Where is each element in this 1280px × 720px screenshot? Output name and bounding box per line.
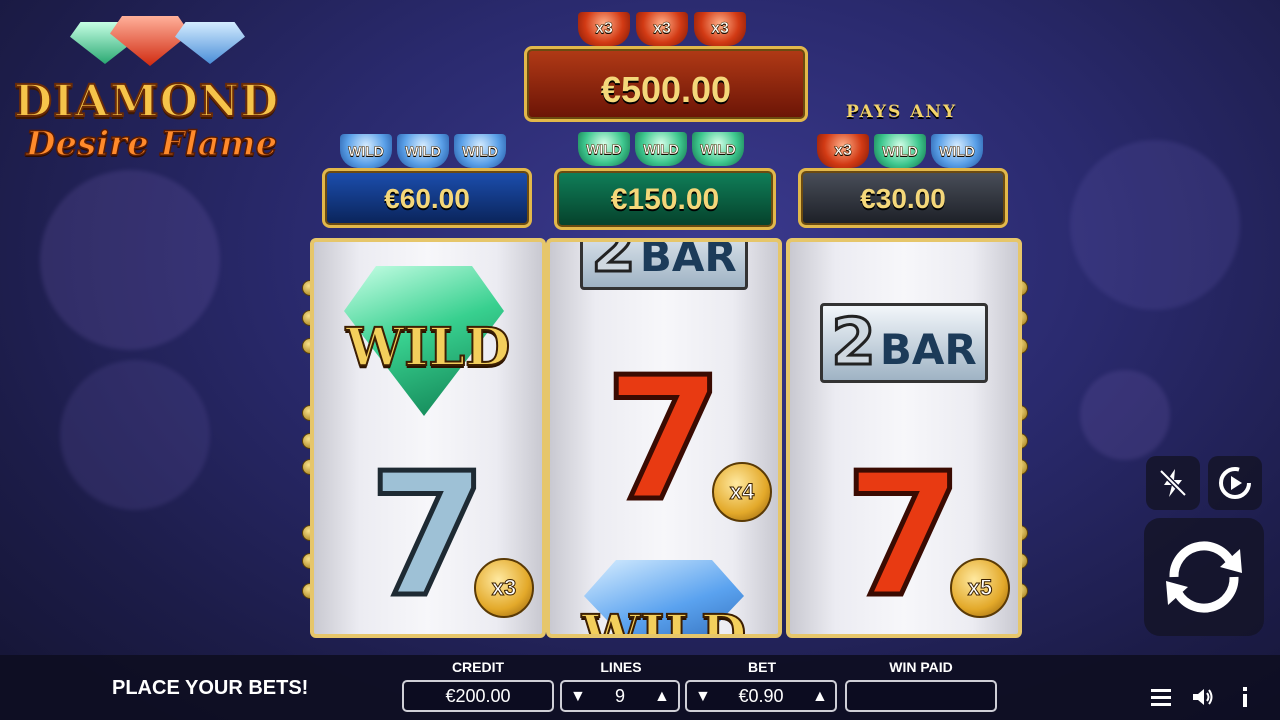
bet-increase-button[interactable]: ▲ xyxy=(812,688,828,706)
red-diamond-x3-icon: x3 xyxy=(694,12,746,46)
green-diamond-wild-icon: WILD xyxy=(692,132,744,166)
jackpot-any: €30.00 xyxy=(798,168,1008,228)
reel-1: WILD 7 x3 xyxy=(310,238,546,638)
green-diamond-wild-icon: WILD xyxy=(874,134,926,168)
bet-label: BET xyxy=(748,659,776,675)
sound-button[interactable] xyxy=(1190,684,1216,710)
menu-icon xyxy=(1151,689,1171,706)
bet-decrease-button[interactable]: ▼ xyxy=(695,688,711,706)
red-gem-icon xyxy=(110,16,190,66)
jackpot-green-amount: €150.00 xyxy=(610,183,720,216)
spin-button[interactable] xyxy=(1144,518,1264,636)
blue-diamond-wild-icon: WILD xyxy=(397,134,449,168)
reel-3: 2BAR 7 x5 xyxy=(786,238,1022,638)
reel-2: 2BAR 7 x4 WILD xyxy=(546,238,782,638)
winpaid-field xyxy=(845,680,997,712)
menu-button[interactable] xyxy=(1148,684,1174,710)
logo-subtitle: Desire Flame xyxy=(25,123,278,165)
info-button[interactable] xyxy=(1232,684,1258,710)
credit-label: CREDIT xyxy=(451,659,505,675)
jackpot-blue-amount: €60.00 xyxy=(384,183,470,214)
winpaid-label: WIN PAID xyxy=(889,659,953,675)
turbo-button[interactable] xyxy=(1146,456,1200,510)
jackpot-top: €500.00 xyxy=(524,46,808,122)
multiplier-x4-badge: x4 xyxy=(712,462,772,522)
lightning-off-icon xyxy=(1159,469,1187,497)
jackpot-green: €150.00 xyxy=(554,168,776,230)
status-message: PLACE YOUR BETS! xyxy=(112,677,309,699)
jackpot-any-amount: €30.00 xyxy=(860,183,946,214)
spin-icon xyxy=(1166,541,1242,613)
lines-label: LINES xyxy=(600,659,642,675)
background-bokeh xyxy=(60,360,210,510)
jackpot-top-icons: x3 x3 x3 xyxy=(578,12,746,46)
2bar-symbol: 2BAR xyxy=(790,303,1018,383)
lines-increase-button[interactable]: ▲ xyxy=(654,688,670,706)
info-icon xyxy=(1243,687,1247,707)
green-diamond-wild-icon: WILD xyxy=(578,132,630,166)
pays-any-heading: PAYS ANY xyxy=(846,102,958,122)
jackpot-blue: €60.00 xyxy=(322,168,532,228)
jackpot-any-icons: x3 WILD WILD xyxy=(817,134,983,168)
red-diamond-x3-icon: x3 xyxy=(817,134,869,168)
background-bokeh xyxy=(40,170,220,350)
sound-icon xyxy=(1193,689,1213,705)
credit-field: €200.00 xyxy=(402,680,554,712)
lines-value: 9 xyxy=(614,685,625,706)
partial-wild-label: WILD xyxy=(581,603,747,638)
jackpot-green-icons: WILD WILD WILD xyxy=(578,132,744,166)
jackpot-top-amount: €500.00 xyxy=(600,69,732,110)
background-bokeh xyxy=(1070,140,1240,310)
blue-diamond-wild-icon: WILD xyxy=(454,134,506,168)
blue-diamond-wild-icon: WILD xyxy=(340,134,392,168)
game-logo: DIAMOND Desire Flame xyxy=(10,16,295,165)
red-diamond-x3-icon: x3 xyxy=(636,12,688,46)
lines-decrease-button[interactable]: ▼ xyxy=(570,688,586,706)
jackpot-blue-icons: WILD WILD WILD xyxy=(340,134,506,168)
multiplier-x5-badge: x5 xyxy=(950,558,1010,618)
bet-value: €0.90 xyxy=(738,685,784,706)
autoplay-button[interactable] xyxy=(1208,456,1262,510)
logo-title: DIAMOND xyxy=(13,75,280,128)
wild-label: WILD xyxy=(345,316,511,379)
blue-gem-icon xyxy=(175,22,245,64)
multiplier-x3-badge: x3 xyxy=(474,558,534,618)
autoplay-icon xyxy=(1219,467,1251,499)
green-diamond-wild-icon: WILD xyxy=(635,132,687,166)
blue-diamond-wild-icon: WILD xyxy=(931,134,983,168)
background-bokeh xyxy=(1080,370,1170,460)
partial-2bar-symbol: 2BAR xyxy=(550,242,778,290)
red-diamond-x3-icon: x3 xyxy=(578,12,630,46)
